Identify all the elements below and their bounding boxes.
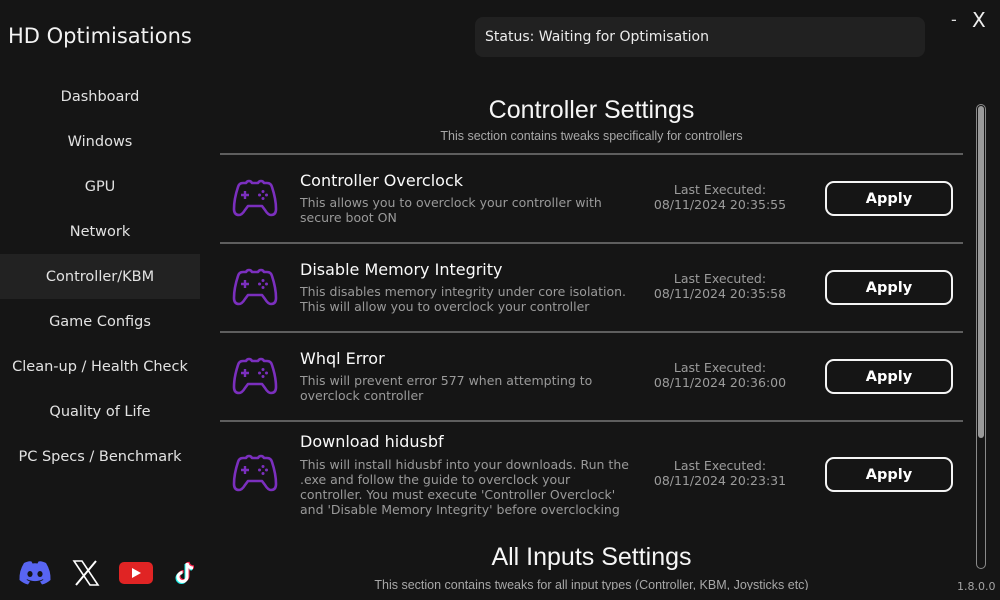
gamepad-icon <box>232 454 278 492</box>
x-icon <box>72 560 100 586</box>
last-executed-time: 08/11/2024 20:35:55 <box>653 197 787 212</box>
apply-button[interactable]: Apply <box>825 181 953 216</box>
discord-link[interactable] <box>18 558 68 588</box>
tweak-row-whql-error: Whql Error This will prevent error 577 w… <box>220 333 963 422</box>
tiktok-icon <box>175 561 195 584</box>
tweaks-panel: Controller Settings This section contain… <box>220 90 963 590</box>
last-executed-label: Last Executed: <box>673 458 767 473</box>
sidebar-item-cleanup-health-check[interactable]: Clean-up / Health Check <box>0 344 200 389</box>
tweak-title: Controller Overclock <box>300 171 464 190</box>
version-label: 1.8.0.0 <box>957 580 996 593</box>
sidebar-item-windows[interactable]: Windows <box>0 119 200 164</box>
tweak-title: Download hidusbf <box>300 432 444 451</box>
tweak-title: Disable Memory Integrity <box>300 260 503 279</box>
tweak-title: Whql Error <box>300 349 385 368</box>
last-executed: Last Executed: 08/11/2024 20:35:55 <box>640 182 800 212</box>
last-executed-label: Last Executed: <box>673 360 767 375</box>
sidebar: Dashboard Windows GPU Network Controller… <box>0 74 200 479</box>
social-links <box>18 558 218 588</box>
close-button[interactable]: X <box>972 8 986 32</box>
tweak-row-disable-memory-integrity: Disable Memory Integrity This disables m… <box>220 244 963 333</box>
scrollbar[interactable] <box>976 104 986 569</box>
last-executed-time: 08/11/2024 20:35:58 <box>653 286 787 301</box>
tweak-description: This allows you to overclock your contro… <box>300 195 602 225</box>
tweak-description: This will prevent error 577 when attempt… <box>300 373 593 403</box>
last-executed-label: Last Executed: <box>673 182 767 197</box>
section-title: Controller Settings <box>488 96 695 124</box>
section-title: All Inputs Settings <box>491 543 692 571</box>
apply-button[interactable]: Apply <box>825 457 953 492</box>
apply-button[interactable]: Apply <box>825 359 953 394</box>
last-executed-time: 08/11/2024 20:23:31 <box>653 473 787 488</box>
section-subtitle: This section contains tweaks for all inp… <box>374 578 809 590</box>
gamepad-icon <box>232 268 278 306</box>
apply-button[interactable]: Apply <box>825 270 953 305</box>
sidebar-item-dashboard[interactable]: Dashboard <box>0 74 200 119</box>
tweak-row-download-hidusbf: Download hidusbf This will install hidus… <box>220 422 963 532</box>
gamepad-icon <box>232 357 278 395</box>
last-executed: Last Executed: 08/11/2024 20:36:00 <box>640 360 800 390</box>
tweak-description: This will install hidusbf into your down… <box>300 457 629 517</box>
minimize-button[interactable]: - <box>951 10 957 29</box>
tweak-description: This disables memory integrity under cor… <box>300 284 627 314</box>
discord-icon <box>19 561 51 585</box>
sidebar-item-pc-specs-benchmark[interactable]: PC Specs / Benchmark <box>0 434 200 479</box>
last-executed: Last Executed: 08/11/2024 20:35:58 <box>640 271 800 301</box>
youtube-link[interactable] <box>118 558 168 588</box>
tweak-row-controller-overclock: Controller Overclock This allows you to … <box>220 155 963 244</box>
scrollbar-thumb[interactable] <box>978 106 984 438</box>
sidebar-item-network[interactable]: Network <box>0 209 200 254</box>
sidebar-item-game-configs[interactable]: Game Configs <box>0 299 200 344</box>
status-text: Status: Waiting for Optimisation <box>485 29 709 45</box>
tiktok-link[interactable] <box>168 558 218 588</box>
status-bar: Status: Waiting for Optimisation <box>475 17 925 57</box>
sidebar-item-controller-kbm[interactable]: Controller/KBM <box>0 254 200 299</box>
last-executed-label: Last Executed: <box>673 271 767 286</box>
section-subtitle: This section contains tweaks specificall… <box>440 129 743 143</box>
x-link[interactable] <box>68 558 118 588</box>
sidebar-item-quality-of-life[interactable]: Quality of Life <box>0 389 200 434</box>
sidebar-item-gpu[interactable]: GPU <box>0 164 200 209</box>
gamepad-icon <box>232 179 278 217</box>
app-title: HD Optimisations <box>8 24 192 48</box>
last-executed-time: 08/11/2024 20:36:00 <box>653 375 787 390</box>
youtube-icon <box>119 562 153 584</box>
last-executed: Last Executed: 08/11/2024 20:23:31 <box>640 458 800 488</box>
